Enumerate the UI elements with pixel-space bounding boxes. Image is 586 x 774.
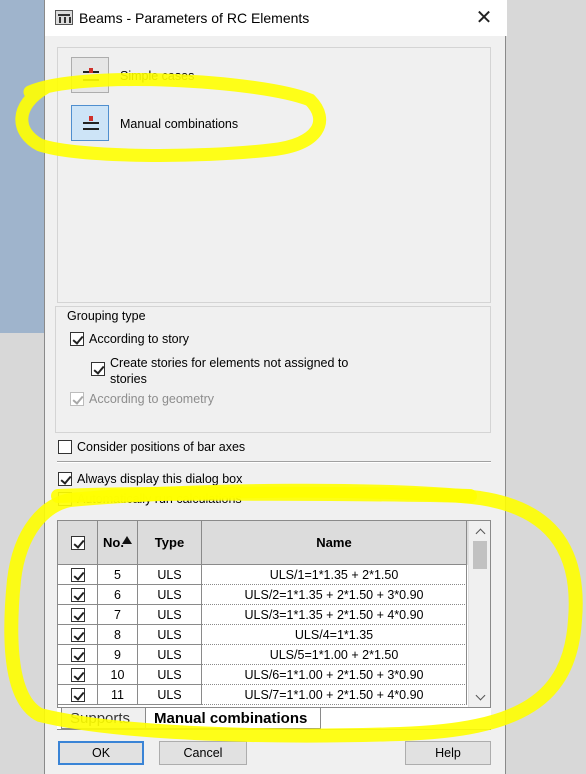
cell-select[interactable] [58, 685, 98, 705]
always-display-checkbox[interactable] [58, 472, 72, 486]
row-checkbox[interactable] [70, 627, 85, 642]
cell-select[interactable] [58, 665, 98, 685]
table-row[interactable]: 10 ULS ULS/6=1*1.00 + 2*1.50 + 3*0.90 [58, 665, 468, 685]
according-to-geometry-checkbox[interactable] [70, 392, 84, 406]
always-display-option[interactable]: Always display this dialog box [58, 472, 242, 486]
table-row[interactable]: 5 ULS ULS/1=1*1.35 + 2*1.50 [58, 565, 468, 585]
cell-no: 10 [98, 665, 138, 685]
separator [57, 461, 491, 463]
select-all-checkbox[interactable] [70, 535, 85, 550]
tab-manual-combinations[interactable]: Manual combinations [145, 708, 321, 729]
select-all-header[interactable] [58, 521, 98, 565]
always-display-label: Always display this dialog box [77, 472, 243, 486]
cell-name: ULS/1=1*1.35 + 2*1.50 [202, 565, 467, 585]
row-checkbox[interactable] [70, 687, 85, 702]
cell-type: ULS [138, 685, 202, 705]
parameters-dialog: Beams - Parameters of RC Elements ✕ Simp… [44, 0, 507, 774]
according-to-geometry-option[interactable]: According to geometry [70, 392, 214, 406]
combinations-table: No. Type Name 5 ULS ULS/1=1*1.35 + 2*1.50 6… [57, 520, 491, 708]
auto-run-label: Automatically run calculations [77, 492, 242, 506]
create-stories-option[interactable]: Create stories for elements not assigned… [91, 355, 361, 387]
tab-supports[interactable]: Supports [61, 708, 147, 729]
ok-button[interactable]: OK [58, 741, 144, 765]
cancel-button[interactable]: Cancel [159, 741, 247, 765]
table-vertical-scrollbar[interactable] [468, 521, 490, 707]
table-row[interactable]: 6 ULS ULS/2=1*1.35 + 2*1.50 + 3*0.90 [58, 585, 468, 605]
cell-no: 6 [98, 585, 138, 605]
cell-select[interactable] [58, 585, 98, 605]
consider-positions-option[interactable]: Consider positions of bar axes [58, 440, 245, 454]
cell-select[interactable] [58, 645, 98, 665]
scroll-up-button[interactable] [469, 523, 490, 539]
cell-no: 9 [98, 645, 138, 665]
grouping-type-legend: Grouping type [65, 309, 148, 323]
cell-name: ULS/2=1*1.35 + 2*1.50 + 3*0.90 [202, 585, 467, 605]
cell-type: ULS [138, 565, 202, 585]
background-window-left-lower [0, 333, 44, 774]
cell-type: ULS [138, 645, 202, 665]
close-icon[interactable]: ✕ [471, 6, 497, 30]
cell-no: 8 [98, 625, 138, 645]
row-checkbox[interactable] [70, 667, 85, 682]
auto-run-checkbox[interactable] [58, 492, 72, 506]
row-checkbox[interactable] [70, 607, 85, 622]
cell-no: 11 [98, 685, 138, 705]
cell-name: ULS/7=1*1.00 + 2*1.50 + 4*0.90 [202, 685, 467, 705]
table-row[interactable]: 7 ULS ULS/3=1*1.35 + 2*1.50 + 4*0.90 [58, 605, 468, 625]
according-to-story-label: According to story [89, 332, 190, 346]
cell-no: 5 [98, 565, 138, 585]
row-checkbox[interactable] [70, 587, 85, 602]
cell-no: 7 [98, 605, 138, 625]
simple-cases-icon [83, 68, 99, 82]
create-stories-checkbox[interactable] [91, 362, 105, 376]
column-header-type[interactable]: Type [138, 521, 202, 565]
table-row[interactable]: 8 ULS ULS/4=1*1.35 [58, 625, 468, 645]
table-row[interactable]: 9 ULS ULS/5=1*1.00 + 2*1.50 [58, 645, 468, 665]
column-header-no[interactable]: No. [98, 521, 138, 565]
cell-select[interactable] [58, 625, 98, 645]
chevron-down-icon [475, 690, 485, 700]
cell-name: ULS/3=1*1.35 + 2*1.50 + 4*0.90 [202, 605, 467, 625]
scroll-thumb[interactable] [473, 541, 487, 569]
table-row[interactable]: 11 ULS ULS/7=1*1.00 + 2*1.50 + 4*0.90 [58, 685, 468, 705]
row-checkbox[interactable] [70, 647, 85, 662]
background-window-right [506, 0, 586, 774]
chevron-up-icon [475, 528, 485, 538]
cell-name: ULS/6=1*1.00 + 2*1.50 + 3*0.90 [202, 665, 467, 685]
title-bar: Beams - Parameters of RC Elements ✕ [45, 0, 507, 36]
consider-positions-checkbox[interactable] [58, 440, 72, 454]
help-button[interactable]: Help [405, 741, 491, 765]
case-selection-panel: Simple cases Manual combinations [57, 47, 491, 303]
cell-select[interactable] [58, 605, 98, 625]
simple-cases-button[interactable] [71, 57, 109, 93]
according-to-story-checkbox[interactable] [70, 332, 84, 346]
consider-positions-label: Consider positions of bar axes [77, 440, 246, 454]
manual-combinations-icon [83, 116, 99, 130]
cell-type: ULS [138, 625, 202, 645]
according-to-story-option[interactable]: According to story [70, 332, 189, 346]
manual-combinations-label: Manual combinations [120, 117, 239, 131]
table-tabs: Supports Manual combinations [57, 708, 491, 730]
scroll-down-button[interactable] [469, 689, 490, 705]
sort-ascending-icon [121, 535, 132, 544]
manual-combinations-button[interactable] [71, 105, 109, 141]
cell-select[interactable] [58, 565, 98, 585]
beam-app-icon [55, 10, 73, 25]
auto-run-option[interactable]: Automatically run calculations [58, 492, 242, 506]
window-title: Beams - Parameters of RC Elements [79, 10, 310, 26]
column-header-name[interactable]: Name [202, 521, 467, 565]
simple-cases-label: Simple cases [120, 69, 195, 83]
cell-type: ULS [138, 665, 202, 685]
create-stories-label: Create stories for elements not assigned… [110, 356, 349, 386]
table-header: No. Type Name [58, 521, 468, 565]
according-to-geometry-label: According to geometry [89, 392, 215, 406]
cell-type: ULS [138, 605, 202, 625]
cell-type: ULS [138, 585, 202, 605]
cell-name: ULS/4=1*1.35 [202, 625, 467, 645]
row-checkbox[interactable] [70, 567, 85, 582]
cell-name: ULS/5=1*1.00 + 2*1.50 [202, 645, 467, 665]
